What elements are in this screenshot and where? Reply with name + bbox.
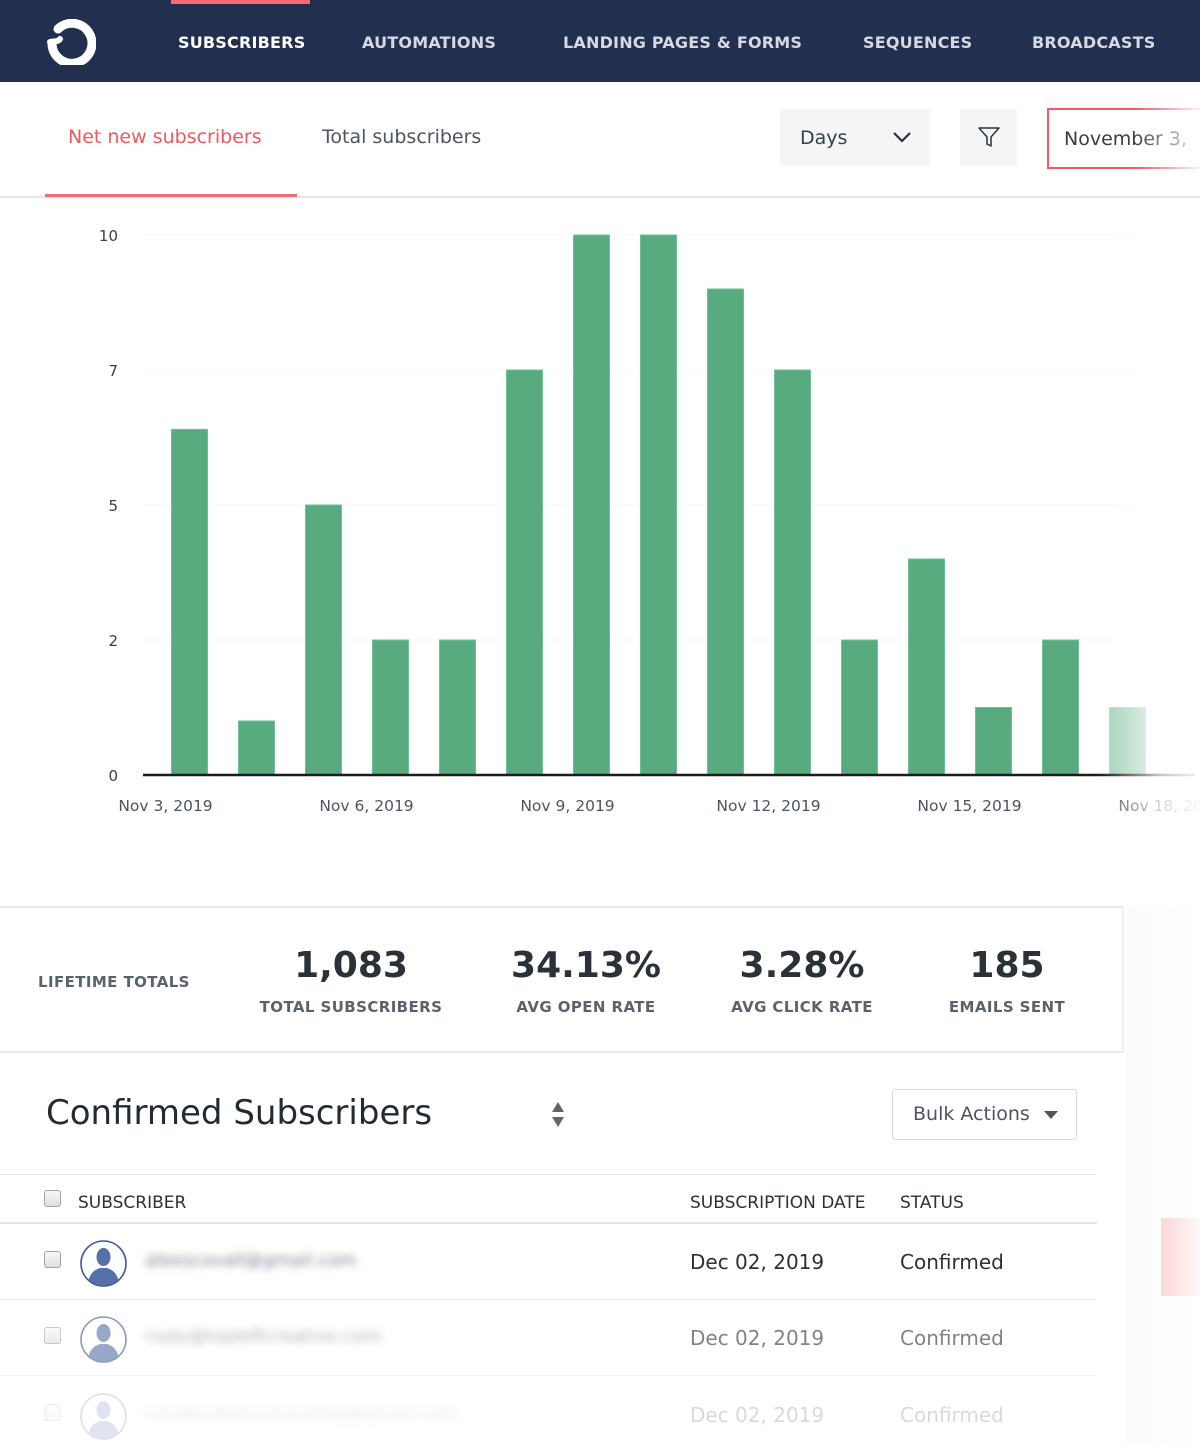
avatar[interactable] (80, 1393, 127, 1440)
bar-nov-11-2019[interactable] (707, 288, 744, 776)
bulk-actions-label: Bulk Actions (913, 1103, 1030, 1125)
x-tick-label: Nov 12, 2019 (716, 797, 820, 815)
nav-subscribers[interactable]: SUBSCRIBERS (178, 33, 305, 52)
bar-nov-3-2019[interactable] (171, 428, 208, 776)
subscription-date: Dec 02, 2019 (690, 1250, 825, 1274)
y-tick-label: 5 (108, 497, 118, 515)
stat-label: AVG OPEN RATE (516, 998, 656, 1016)
stat-label: EMAILS SENT (948, 998, 1066, 1016)
interval-select-value: Days (800, 127, 848, 149)
lifetime-totals: LIFETIME TOTALS 1,083 TOTAL SUBSCRIBERS … (0, 906, 1124, 1053)
stat-avg-click-rate: 3.28% AVG CLICK RATE (702, 944, 902, 1016)
y-tick-label: 7 (108, 362, 118, 380)
column-status[interactable]: STATUS (900, 1193, 964, 1213)
tab-net-new-subscribers[interactable]: Net new subscribers (68, 126, 262, 148)
stat-total-subscribers: 1,083 TOTAL SUBSCRIBERS (251, 944, 451, 1016)
subscriber-status: Confirmed (900, 1326, 1004, 1350)
stat-value: 3.28% (739, 945, 865, 986)
stat-label: AVG CLICK RATE (731, 998, 873, 1016)
select-all-checkbox[interactable] (44, 1190, 61, 1207)
stat-value: 1,083 (294, 945, 408, 986)
subscription-date: Dec 02, 2019 (690, 1326, 825, 1350)
table-row[interactable]: candacekimconsulting@gmail.com Dec 02, 2… (0, 1377, 1097, 1445)
x-tick-label: Nov 18, 2019 (1118, 797, 1200, 815)
lifetime-totals-heading: LIFETIME TOTALS (38, 973, 190, 991)
subscriber-email[interactable]: candacekimconsulting@gmail.com (145, 1403, 459, 1424)
column-subscriber[interactable]: SUBSCRIBER (78, 1193, 186, 1213)
subscriber-status: Confirmed (900, 1250, 1004, 1274)
top-navigation: SUBSCRIBERS AUTOMATIONS LANDING PAGES & … (0, 0, 1200, 82)
avatar[interactable] (80, 1240, 127, 1287)
y-tick-label: 0 (108, 767, 118, 785)
table-row[interactable]: alexscovall@gmail.com Dec 02, 2019 Confi… (0, 1224, 1097, 1300)
x-tick-label: Nov 3, 2019 (118, 797, 212, 815)
bar-nov-4-2019[interactable] (238, 720, 275, 776)
bulk-actions-button[interactable]: Bulk Actions (892, 1089, 1077, 1140)
caret-down-icon (1044, 1111, 1058, 1119)
date-range-input[interactable]: November 3, (1047, 108, 1200, 169)
column-subscription-date[interactable]: SUBSCRIPTION DATE (690, 1193, 865, 1213)
bar-nov-6-2019[interactable] (372, 639, 409, 776)
row-checkbox[interactable] (44, 1404, 61, 1421)
filter-button[interactable] (960, 109, 1017, 166)
sort-arrows-icon[interactable] (551, 1101, 565, 1133)
chevron-down-icon (893, 132, 911, 143)
stat-avg-open-rate: 34.13% AVG OPEN RATE (486, 944, 686, 1016)
nav-landing-pages-forms[interactable]: LANDING PAGES & FORMS (563, 33, 802, 52)
subscriber-email[interactable]: cody@topleftcreative.com (145, 1326, 382, 1347)
net-new-subscribers-chart: 0 2 5 7 10 Nov 3, 2019 Nov 6, 2019 Nov 9, 2019 N… (0, 200, 1200, 840)
stat-emails-sent: 185 EMAILS SENT (907, 944, 1107, 1016)
subscriber-status: Confirmed (900, 1403, 1004, 1427)
interval-select[interactable]: Days (780, 109, 930, 166)
subscribers-table-header: SUBSCRIBER SUBSCRIPTION DATE STATUS (0, 1174, 1097, 1224)
default-avatar-icon (80, 1393, 127, 1440)
bar-nov-9-2019[interactable] (573, 234, 610, 776)
bar-nov-8-2019[interactable] (506, 369, 543, 776)
y-tick-label: 10 (99, 227, 118, 245)
bar-nov-10-2019[interactable] (640, 234, 677, 776)
default-avatar-icon (80, 1316, 127, 1363)
avatar[interactable] (80, 1316, 127, 1363)
bar-nov-17-2019[interactable] (1109, 707, 1146, 776)
bar-nov-16-2019[interactable] (1042, 639, 1079, 776)
default-avatar-icon (80, 1240, 127, 1287)
y-tick-label: 2 (108, 632, 118, 650)
tab-total-subscribers[interactable]: Total subscribers (322, 126, 481, 148)
bar-nov-5-2019[interactable] (305, 504, 342, 776)
x-tick-label: Nov 15, 2019 (917, 797, 1021, 815)
date-range-value: November 3, (1064, 128, 1188, 150)
bar-nov-15-2019[interactable] (975, 707, 1012, 776)
faded-highlight (1161, 1218, 1200, 1296)
subscriber-email[interactable]: alexscovall@gmail.com (145, 1250, 357, 1271)
chart-toolbar: Net new subscribers Total subscribers Da… (0, 82, 1200, 198)
subscribers-section-title: Confirmed Subscribers (46, 1093, 433, 1133)
table-row[interactable]: cody@topleftcreative.com Dec 02, 2019 Co… (0, 1300, 1097, 1376)
bar-chart: 0 2 5 7 10 Nov 3, 2019 Nov 6, 2019 Nov 9, 2019 N… (99, 227, 1200, 815)
nav-broadcasts[interactable]: BROADCASTS (1032, 33, 1155, 52)
x-tick-label: Nov 9, 2019 (520, 797, 614, 815)
stat-value: 34.13% (511, 945, 661, 986)
active-nav-indicator (171, 0, 310, 4)
filter-icon (978, 127, 1000, 147)
bar-nov-14-2019[interactable] (908, 558, 945, 776)
active-tab-underline (45, 194, 297, 197)
subscription-date: Dec 02, 2019 (690, 1403, 825, 1427)
row-checkbox[interactable] (44, 1327, 61, 1344)
convertkit-logo-icon[interactable] (44, 18, 97, 68)
nav-automations[interactable]: AUTOMATIONS (362, 33, 496, 52)
stat-value: 185 (969, 945, 1045, 986)
stat-label: TOTAL SUBSCRIBERS (259, 998, 443, 1016)
faded-side-panel (1126, 906, 1200, 1445)
nav-sequences[interactable]: SEQUENCES (863, 33, 972, 52)
bar-nov-12-2019[interactable] (774, 369, 811, 776)
row-checkbox[interactable] (44, 1251, 61, 1268)
x-tick-label: Nov 6, 2019 (319, 797, 413, 815)
bar-nov-7-2019[interactable] (439, 639, 476, 776)
bar-nov-13-2019[interactable] (841, 639, 878, 776)
